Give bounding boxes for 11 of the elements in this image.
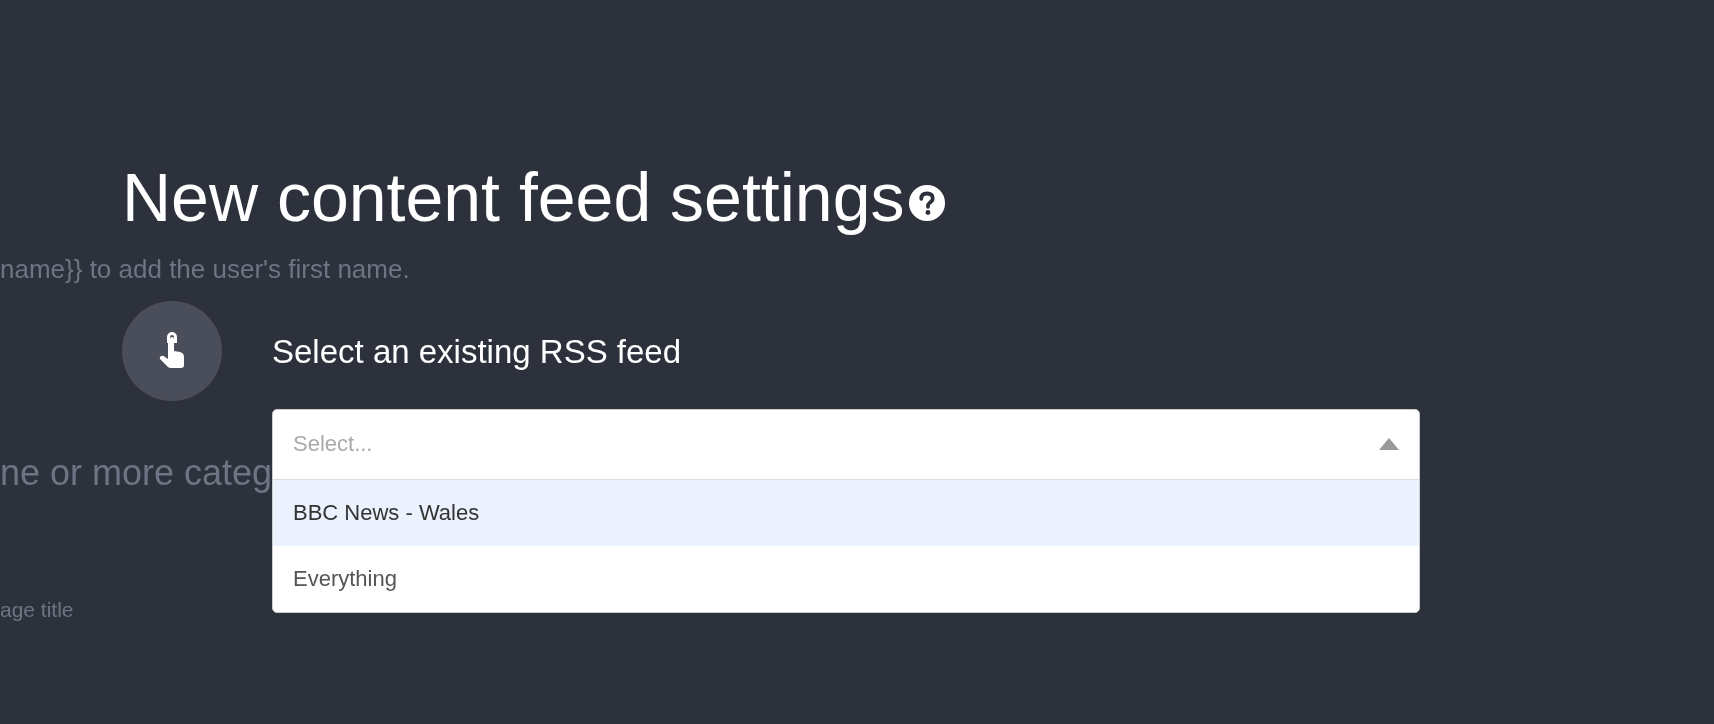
select-dropdown[interactable]: Select... BBC News - Wales Everything: [272, 408, 1420, 613]
modal-title: New content feed settings: [122, 160, 905, 235]
field-label: Select an existing RSS feed: [272, 332, 683, 371]
background-text: name}} to add the user's first name.: [0, 254, 410, 284]
background-text: age title: [0, 598, 74, 621]
help-icon[interactable]: [908, 184, 947, 223]
dropdown-option[interactable]: BBC News - Wales: [273, 479, 1419, 546]
background-text: ne or more categ: [0, 452, 273, 493]
dropdown-option[interactable]: Everything: [273, 545, 1419, 612]
select-placeholder: Select...: [293, 431, 373, 458]
caret-icon[interactable]: [1379, 438, 1399, 451]
